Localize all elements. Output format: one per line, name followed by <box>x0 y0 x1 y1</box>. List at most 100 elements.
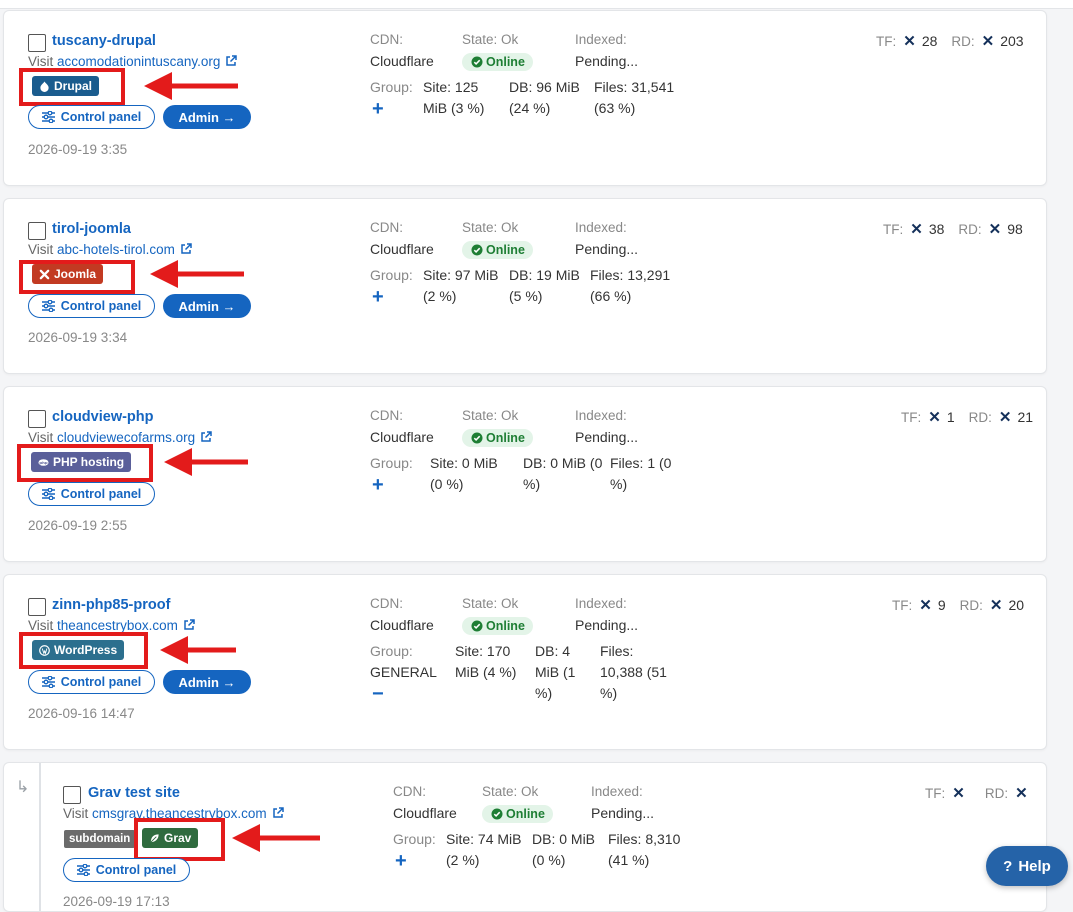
site-card: tuscany-drupal Visit accomodationintusca… <box>3 10 1047 186</box>
state-label: State: Ok <box>462 220 519 235</box>
x-icon: ✕ <box>952 785 965 802</box>
status-badge: Online <box>462 429 533 447</box>
control-panel-button[interactable]: Control panel <box>28 105 155 129</box>
admin-button[interactable]: Admin → <box>163 294 251 318</box>
drupal-icon <box>40 80 49 92</box>
php-icon: php <box>38 458 49 466</box>
date: 2026-09-19 3:35 <box>28 142 128 157</box>
site-name-link[interactable]: cloudview-php <box>52 409 154 425</box>
indexed-label: Indexed: <box>591 784 643 799</box>
state-label: State: Ok <box>462 32 519 47</box>
group-expand-toggle[interactable]: + <box>372 475 384 495</box>
indexed-label: Indexed: <box>575 220 627 235</box>
child-indicator-icon: ↳ <box>16 779 30 796</box>
cms-badge-grav: Grav <box>142 828 199 848</box>
external-link-icon <box>181 243 192 254</box>
select-checkbox[interactable] <box>63 786 81 804</box>
state-label: State: Ok <box>462 408 519 423</box>
red-arrow <box>144 72 238 100</box>
status-badge: Online <box>482 805 553 823</box>
check-circle-icon <box>491 808 503 820</box>
site-name-link[interactable]: tuscany-drupal <box>52 33 156 49</box>
control-panel-button[interactable]: Control panel <box>28 482 155 506</box>
tf-rd-metrics: TF: ✕ 1 RD: ✕ 21 <box>901 409 1034 426</box>
date: 2026-09-16 14:47 <box>28 706 135 721</box>
check-circle-icon <box>471 620 483 632</box>
site-card: zinn-php85-proof Visit theancestrybox.co… <box>3 574 1047 750</box>
external-link-icon <box>226 55 238 66</box>
check-circle-icon <box>471 56 483 68</box>
indexed-value: Pending... <box>575 429 639 445</box>
indexed-value: Pending... <box>575 241 639 257</box>
select-checkbox[interactable] <box>28 222 46 240</box>
indexed-label: Indexed: <box>575 408 627 423</box>
tf-rd-metrics: TF: ✕ 38 RD: ✕ 98 <box>883 221 1023 238</box>
db-usage: DB: 4 MiB (1%) <box>535 643 576 701</box>
indexed-label: Indexed: <box>575 596 627 611</box>
group-expand-toggle[interactable]: + <box>395 851 407 871</box>
cdn-label: CDN: <box>393 784 426 799</box>
state-label: State: Ok <box>462 596 519 611</box>
visit-link[interactable]: Visit abc-hotels-tirol.com <box>28 242 192 257</box>
external-link-icon <box>184 619 195 630</box>
x-icon: ✕ <box>998 409 1012 426</box>
cdn-value: Cloudflare <box>370 241 434 257</box>
x-icon: ✕ <box>981 33 995 50</box>
check-circle-icon <box>471 244 483 256</box>
group-label: Group: <box>393 831 436 847</box>
db-usage: DB: 0 MiB (0%) <box>523 455 603 492</box>
sliders-icon <box>41 111 55 123</box>
files-usage: Files: 31,541 (63 %) <box>594 79 675 116</box>
group-expand-toggle[interactable]: + <box>372 287 384 307</box>
site-card-subdomain: ↳ Grav test site Visit cmsgrav.theancest… <box>3 762 1047 912</box>
group-label: Group: <box>370 79 413 95</box>
sliders-icon <box>41 488 55 500</box>
group-label: Group: <box>370 455 413 471</box>
site-name-link[interactable]: zinn-php85-proof <box>52 597 170 613</box>
cms-badge-wordpress: WordPress <box>32 640 125 660</box>
external-link-icon <box>201 431 212 442</box>
control-panel-button[interactable]: Control panel <box>28 670 155 694</box>
cdn-value: Cloudflare <box>370 429 434 445</box>
cms-badge-php: php PHP hosting <box>31 452 132 472</box>
tf-rd-metrics: TF: ✕ 28 RD: ✕ 203 <box>876 33 1024 50</box>
indexed-label: Indexed: <box>575 32 627 47</box>
site-name-link[interactable]: tirol-joomla <box>52 221 131 237</box>
indexed-value: Pending... <box>591 805 655 821</box>
group-collapse-toggle[interactable]: − <box>372 684 384 704</box>
wordpress-icon <box>39 644 50 656</box>
visit-link[interactable]: Visit cloudviewecofarms.org <box>28 430 212 445</box>
x-icon: ✕ <box>919 597 932 614</box>
group-label: Group: <box>370 267 413 283</box>
indexed-value: Pending... <box>575 617 639 633</box>
control-panel-button[interactable]: Control panel <box>63 858 190 882</box>
db-usage: DB: 19 MiB (5 %) <box>509 267 580 304</box>
files-usage: Files: 10,388 (51%) <box>600 643 667 701</box>
select-checkbox[interactable] <box>28 34 46 52</box>
indexed-value: Pending... <box>575 53 639 69</box>
site-usage: Site: 97 MiB (2 %) <box>423 267 499 304</box>
grav-icon <box>150 833 159 842</box>
site-usage: Site: 170 MiB (4 %) <box>455 643 517 680</box>
visit-link[interactable]: Visit accomodationintuscany.org <box>28 54 238 69</box>
site-name-link[interactable]: Grav test site <box>88 785 180 801</box>
x-icon: ✕ <box>928 409 941 426</box>
help-button[interactable]: ? Help <box>986 846 1068 886</box>
x-icon: ✕ <box>1015 785 1028 802</box>
x-icon: ✕ <box>903 33 916 50</box>
red-arrow <box>160 636 236 664</box>
control-panel-button[interactable]: Control panel <box>28 294 155 318</box>
state-label: State: Ok <box>482 784 539 799</box>
x-icon: ✕ <box>989 597 1003 614</box>
admin-button[interactable]: Admin → <box>163 105 251 129</box>
site-card: tirol-joomla Visit abc-hotels-tirol.com … <box>3 198 1047 374</box>
visit-link[interactable]: Visit theancestrybox.com <box>28 618 195 633</box>
red-arrow <box>164 448 248 476</box>
sliders-icon <box>41 300 55 312</box>
cdn-value: Cloudflare <box>370 53 434 69</box>
db-usage: DB: 96 MiB (24 %) <box>509 79 580 116</box>
select-checkbox[interactable] <box>28 410 46 428</box>
admin-button[interactable]: Admin → <box>163 670 251 694</box>
group-expand-toggle[interactable]: + <box>372 99 384 119</box>
select-checkbox[interactable] <box>28 598 46 616</box>
